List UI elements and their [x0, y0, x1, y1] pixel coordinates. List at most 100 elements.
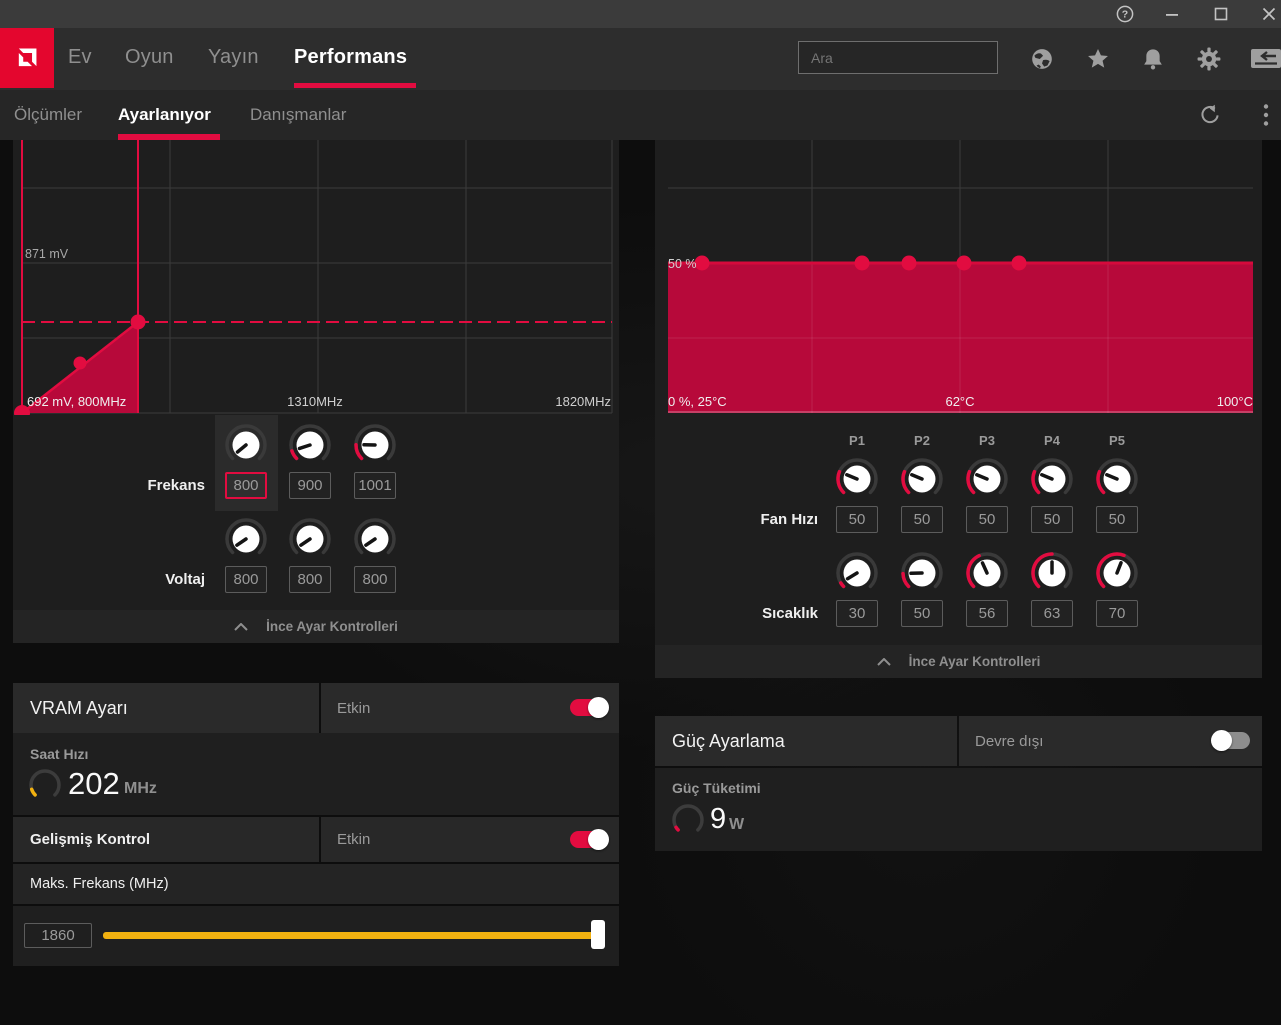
- voltage-knob-2[interactable]: [288, 517, 332, 561]
- tuning-collapse-label: İnce Ayar Kontrolleri: [266, 619, 398, 634]
- fan-speed-value-4[interactable]: 50: [1031, 506, 1073, 533]
- curve-point-mid[interactable]: [74, 357, 87, 370]
- amd-logo[interactable]: [0, 28, 54, 88]
- amd-arrow-icon: [10, 41, 44, 75]
- max-frequency-value[interactable]: 1860: [24, 923, 92, 948]
- voltage-value-2[interactable]: 800: [289, 566, 331, 593]
- tab-ayarlaniyor[interactable]: Ayarlanıyor: [118, 105, 211, 125]
- voltage-value-3[interactable]: 800: [354, 566, 396, 593]
- clock-speed-unit: MHz: [124, 780, 157, 798]
- temperature-knob-5[interactable]: [1095, 551, 1139, 595]
- main-navbar: Ev Oyun Yayın Performans: [0, 28, 1281, 90]
- tab-danismanlar[interactable]: Danışmanlar: [250, 105, 346, 125]
- fan-curve-chart[interactable]: 50 % 0 %, 25°C 62°C 100°C: [655, 140, 1262, 415]
- power-consumption-gauge: [670, 802, 706, 843]
- dock-overlay-button[interactable]: [1250, 47, 1281, 71]
- temperature-value-2[interactable]: 50: [901, 600, 943, 627]
- frequency-value-3[interactable]: 1001: [354, 472, 396, 499]
- frequency-knob-3[interactable]: [353, 423, 397, 467]
- help-button[interactable]: ?: [1105, 0, 1145, 28]
- nav-item-ev[interactable]: Ev: [68, 46, 92, 69]
- temp-mid-tick: 62°C: [945, 394, 974, 409]
- max-frequency-slider-track[interactable]: [103, 932, 605, 939]
- fan-speed-value-5[interactable]: 50: [1096, 506, 1138, 533]
- state-column-p4: P4: [1030, 433, 1074, 448]
- curve-point-max[interactable]: [131, 315, 146, 330]
- settings-button[interactable]: [1197, 47, 1221, 71]
- state-column-p1: P1: [835, 433, 879, 448]
- globe-icon: [1030, 47, 1054, 71]
- vram-toggle[interactable]: [570, 699, 607, 716]
- fan-point-2[interactable]: [855, 256, 870, 271]
- search-input[interactable]: [799, 50, 1000, 66]
- state-column-p3: P3: [965, 433, 1009, 448]
- voltage-row-label: Voltaj: [73, 571, 205, 588]
- maximize-icon: [1214, 7, 1228, 21]
- temperature-value-4[interactable]: 63: [1031, 600, 1073, 627]
- gear-icon: [1197, 47, 1221, 71]
- tab-olcumler[interactable]: Ölçümler: [14, 105, 82, 125]
- nav-item-performans[interactable]: Performans: [294, 46, 407, 69]
- radeon-software-window: ? Ev Oyun Yayın Perfo: [0, 0, 1281, 1025]
- fan-speed-value-1[interactable]: 50: [836, 506, 878, 533]
- temperature-knob-3[interactable]: [965, 551, 1009, 595]
- more-options-button[interactable]: [1254, 103, 1278, 127]
- temperature-knob-1[interactable]: [835, 551, 879, 595]
- clock-speed-gauge: [27, 767, 63, 808]
- fan-speed-value-2[interactable]: 50: [901, 506, 943, 533]
- fan-point-4[interactable]: [957, 256, 972, 271]
- power-title: Güç Ayarlama: [655, 731, 785, 752]
- fan-speed-knob-1[interactable]: [835, 457, 879, 501]
- svg-text:?: ?: [1122, 9, 1128, 21]
- fan-point-1[interactable]: [695, 256, 710, 271]
- tuning-collapse-bar[interactable]: İnce Ayar Kontrolleri: [13, 610, 619, 643]
- fan-collapse-bar[interactable]: İnce Ayar Kontrolleri: [655, 645, 1262, 678]
- vram-title: VRAM Ayarı: [13, 698, 128, 719]
- reset-icon: [1199, 104, 1221, 126]
- kebab-menu-icon: [1263, 103, 1269, 127]
- search-box[interactable]: [798, 41, 998, 74]
- voltage-axis-label: 871 mV: [25, 247, 69, 261]
- power-consumption-unit: W: [729, 816, 744, 834]
- fan-tuning-panel: 50 % 0 %, 25°C 62°C 100°C P1 P2 P3 P4 P5…: [655, 140, 1262, 678]
- maximize-button[interactable]: [1201, 0, 1241, 28]
- favorites-button[interactable]: [1086, 47, 1110, 71]
- fan-point-5[interactable]: [1012, 256, 1027, 271]
- max-frequency-slider-handle[interactable]: [591, 920, 605, 949]
- frequency-knob-1[interactable]: [224, 423, 268, 467]
- voltage-knob-1[interactable]: [224, 517, 268, 561]
- minimize-button[interactable]: [1152, 0, 1192, 28]
- clock-speed-value: 202: [68, 766, 120, 802]
- temperature-knob-2[interactable]: [900, 551, 944, 595]
- vram-header: VRAM Ayarı: [13, 683, 319, 733]
- advanced-control-cell: Gelişmiş Kontrol: [13, 817, 319, 862]
- browser-button[interactable]: [1030, 47, 1054, 71]
- power-consumption-value: 9: [710, 803, 726, 836]
- reset-button[interactable]: [1198, 103, 1222, 127]
- fan-speed-value-3[interactable]: 50: [966, 506, 1008, 533]
- frequency-value-2[interactable]: 900: [289, 472, 331, 499]
- fan-speed-knob-2[interactable]: [900, 457, 944, 501]
- temperature-knob-4[interactable]: [1030, 551, 1074, 595]
- notifications-button[interactable]: [1141, 47, 1165, 71]
- advanced-control-toggle[interactable]: [570, 831, 607, 848]
- nav-item-yayin[interactable]: Yayın: [208, 46, 259, 69]
- power-toggle[interactable]: [1213, 732, 1250, 749]
- voltage-knob-3[interactable]: [353, 517, 397, 561]
- fan-point-3[interactable]: [902, 256, 917, 271]
- fan-speed-knob-3[interactable]: [965, 457, 1009, 501]
- fan-speed-row-label: Fan Hızı: [688, 511, 818, 528]
- fan-speed-knob-5[interactable]: [1095, 457, 1139, 501]
- temperature-value-3[interactable]: 56: [966, 600, 1008, 627]
- close-button[interactable]: [1249, 0, 1281, 28]
- nav-item-oyun[interactable]: Oyun: [125, 46, 174, 69]
- frequency-knob-2[interactable]: [288, 423, 332, 467]
- voltage-frequency-chart[interactable]: 871 mV 692 mV, 800MHz 1310MHz 1820MHz: [13, 140, 619, 415]
- fan-speed-knob-4[interactable]: [1030, 457, 1074, 501]
- temperature-value-1[interactable]: 30: [836, 600, 878, 627]
- star-icon: [1086, 47, 1110, 71]
- frequency-value-1[interactable]: 800: [225, 472, 267, 499]
- temperature-value-5[interactable]: 70: [1096, 600, 1138, 627]
- content-area: 871 mV 692 mV, 800MHz 1310MHz 1820MHz Fr…: [0, 140, 1281, 1025]
- voltage-value-1[interactable]: 800: [225, 566, 267, 593]
